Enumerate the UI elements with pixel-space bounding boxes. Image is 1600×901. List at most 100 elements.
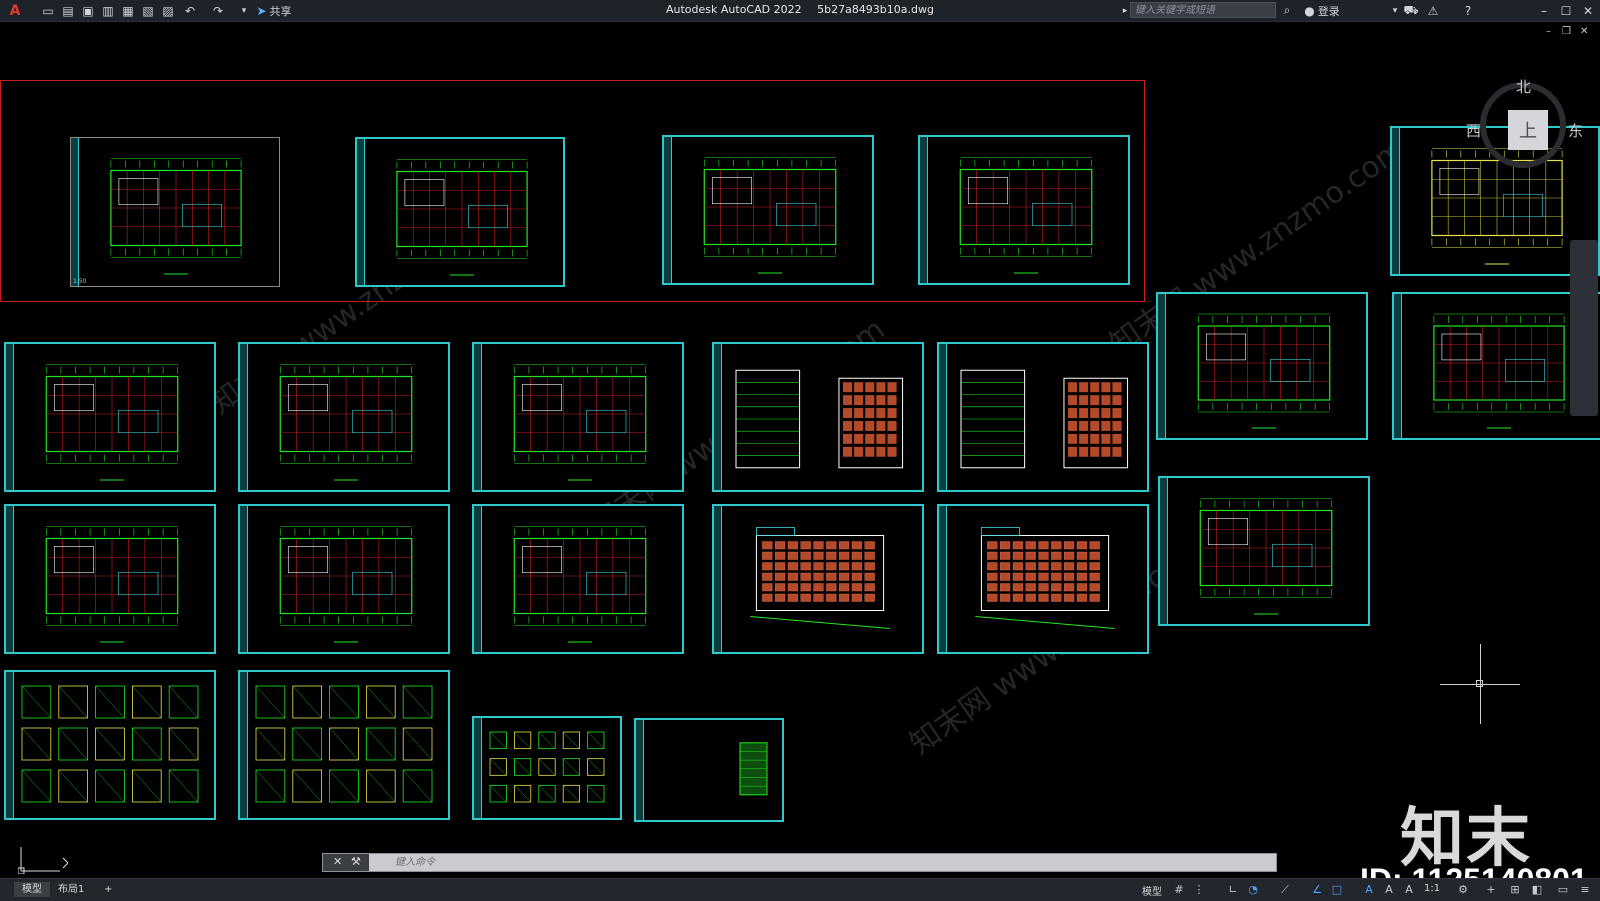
snap-icon[interactable]: ⋮ (1192, 883, 1206, 897)
drawing-sheet[interactable] (712, 342, 924, 492)
drawing-sheet[interactable] (4, 670, 216, 820)
help-icon[interactable]: ? (1460, 2, 1476, 19)
save-as-icon[interactable]: ▥ (100, 2, 116, 19)
compass-north[interactable]: 北 (1516, 76, 1531, 97)
search-input[interactable]: 键入关键字或短语 (1130, 2, 1276, 18)
drawing-minimize-icon[interactable]: – (1546, 26, 1551, 37)
tab-layout1[interactable]: 布局1 (50, 882, 92, 897)
new-file-icon[interactable]: ▭ (40, 2, 56, 19)
file-name: 5b27a8493b10a.dwg (817, 3, 934, 16)
object-snap-tracking-icon[interactable]: ∠ (1310, 883, 1324, 897)
units-icon[interactable]: ⊞ (1508, 883, 1522, 897)
drawing-sheet[interactable] (4, 342, 216, 492)
sheet-drawing (513, 364, 647, 481)
drawing-sheet[interactable] (634, 718, 784, 822)
autodesk-app-icon[interactable]: ⚠ (1424, 2, 1442, 19)
drawing-sheet[interactable] (712, 504, 924, 654)
drawing-sheet[interactable] (937, 342, 1149, 492)
close-icon[interactable]: ✕ (1580, 2, 1596, 19)
customize-command-icon[interactable]: ⚒ (351, 855, 361, 868)
drawing-sheet[interactable] (662, 135, 874, 285)
customization-menu-icon[interactable]: ≡ (1578, 883, 1592, 897)
drawing-canvas[interactable]: – ❐ ✕ 知末网 www.znzmo.com 知末网 www.znzmo.co… (0, 22, 1600, 878)
auto-scale-icon[interactable]: A (1382, 883, 1396, 897)
sheet-drawing (1199, 498, 1333, 615)
drawing-sheet[interactable] (238, 342, 450, 492)
drawing-close-icon[interactable]: ✕ (1580, 26, 1588, 37)
drawing-sheet[interactable]: 1:50 (70, 137, 280, 287)
drawing-sheet[interactable] (918, 135, 1130, 285)
save-web-icon[interactable]: ▧ (140, 2, 156, 19)
clean-screen-icon[interactable]: ▭ (1556, 883, 1570, 897)
sheet-drawing (489, 731, 605, 803)
redo-icon[interactable]: ↷ (210, 2, 226, 19)
sheet-drawing (45, 526, 179, 643)
login-button[interactable]: ● 登录 (1300, 2, 1344, 19)
sheet-drawing (21, 685, 199, 803)
maximize-icon[interactable]: ☐ (1558, 2, 1574, 19)
command-input[interactable]: 键入命令 (373, 854, 1272, 871)
drawing-sheet[interactable] (937, 504, 1149, 654)
title-bar: A ▭ ▤ ▣ ▥ ▦ ▧ ▨ ↶ ↷ ▾ ➤ 共享 Autodesk Auto… (0, 0, 1600, 22)
polar-icon[interactable]: ◔ (1246, 883, 1260, 897)
plot-icon[interactable]: ▨ (160, 2, 176, 19)
search-icon[interactable]: ⌕ (1280, 2, 1294, 19)
customize-dropdown-icon[interactable]: ▾ (238, 2, 250, 19)
model-space-toggle[interactable]: 模型 (1142, 883, 1162, 898)
sheet-drawing (750, 527, 890, 629)
app-menu-button[interactable]: A (4, 2, 26, 19)
sheet-drawing (255, 685, 433, 803)
cart-icon[interactable]: ⛟ (1403, 2, 1418, 19)
sheet-drawing (110, 158, 242, 275)
compass-west[interactable]: 西 (1466, 120, 1481, 141)
ortho-icon[interactable]: ∟ (1226, 883, 1240, 897)
annotation-visibility-icon[interactable]: A (1362, 883, 1376, 897)
sheet-drawing (975, 527, 1115, 629)
tab-model[interactable]: 模型 (14, 882, 50, 897)
isodraft-icon[interactable]: ⟋ (1278, 883, 1292, 897)
command-line[interactable]: ✕ ⚒ 键入命令 (322, 853, 1277, 872)
app-name: Autodesk AutoCAD 2022 (666, 3, 802, 16)
navigation-bar[interactable] (1570, 240, 1598, 416)
undo-icon[interactable]: ↶ (182, 2, 198, 19)
ucs-icon (18, 847, 68, 874)
minimize-icon[interactable]: – (1536, 2, 1552, 19)
user-icon: ● (1304, 3, 1315, 18)
sheet-drawing (735, 369, 904, 469)
watermark-id: ID: 1125140801 (1360, 862, 1588, 878)
share-label: 共享 (269, 4, 292, 18)
viewcube[interactable]: 上 北 西 东 (1466, 78, 1583, 172)
login-label: 登录 (1317, 4, 1340, 18)
sheet-drawing (959, 157, 1093, 274)
drawing-sheet[interactable] (4, 504, 216, 654)
drawing-sheet[interactable] (472, 716, 622, 820)
drawing-sheet[interactable] (238, 670, 450, 820)
save-icon[interactable]: ▣ (80, 2, 96, 19)
object-snap-icon[interactable]: □ (1330, 883, 1344, 897)
drawing-sheet[interactable] (1392, 292, 1600, 440)
isolate-objects-icon[interactable]: ◧ (1530, 883, 1544, 897)
close-command-icon[interactable]: ✕ (333, 855, 342, 868)
annotation-scale-value[interactable]: 1:1 (1424, 883, 1440, 894)
open-file-icon[interactable]: ▤ (60, 2, 76, 19)
drawing-sheet[interactable] (1156, 292, 1368, 440)
command-line-handle[interactable]: ✕ ⚒ (323, 854, 369, 871)
sheet-drawing (1197, 313, 1331, 429)
drawing-sheet[interactable] (472, 342, 684, 492)
compass-east[interactable]: 东 (1568, 120, 1583, 141)
drawing-restore-icon[interactable]: ❐ (1562, 26, 1571, 37)
viewcube-top-face[interactable]: 上 (1508, 110, 1548, 150)
share-button[interactable]: ➤ 共享 (254, 2, 294, 19)
grid-icon[interactable]: # (1172, 883, 1186, 897)
drawing-sheet[interactable] (472, 504, 684, 654)
annotation-monitor-icon[interactable]: + (1484, 883, 1498, 897)
open-web-icon[interactable]: ▦ (120, 2, 136, 19)
add-layout-icon[interactable]: + (96, 882, 120, 897)
drawing-sheet[interactable] (238, 504, 450, 654)
search-expand-icon[interactable]: ▸ (1120, 2, 1130, 19)
annotation-scale-icon[interactable]: A (1402, 883, 1416, 897)
drawing-sheet[interactable] (355, 137, 565, 287)
login-dropdown-icon[interactable]: ▾ (1390, 2, 1400, 19)
drawing-sheet[interactable] (1158, 476, 1370, 626)
workspace-gear-icon[interactable]: ⚙ (1456, 883, 1470, 897)
